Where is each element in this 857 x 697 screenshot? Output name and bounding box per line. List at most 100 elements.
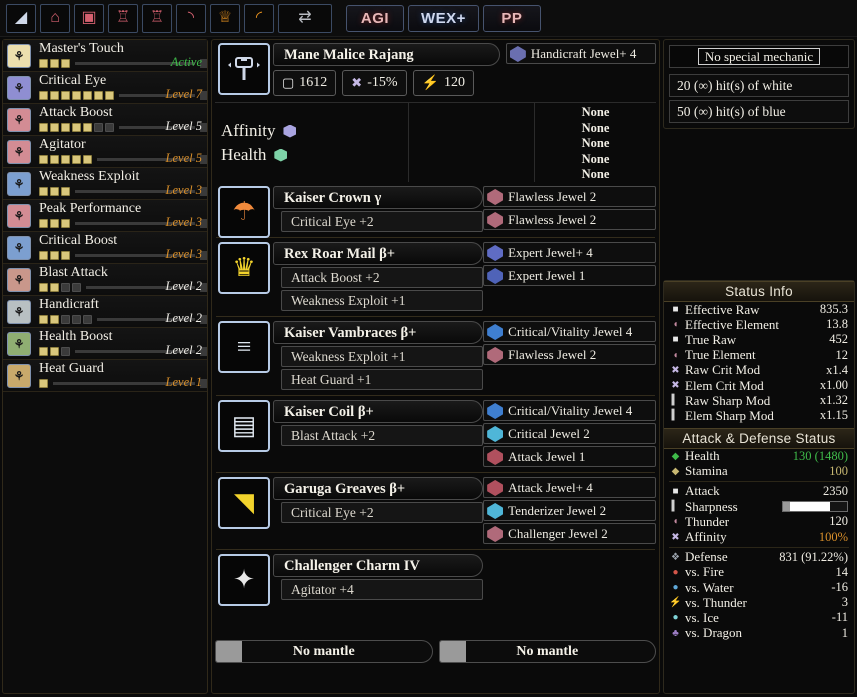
armor-waist-icon[interactable]: ♖: [142, 3, 172, 33]
armor-row[interactable]: ✦ Challenger Charm IV Agitator +4: [215, 554, 656, 606]
weapon-name[interactable]: Mane Malice Rajang: [273, 43, 500, 66]
armor-decoration-slot[interactable]: Attack Jewel 1: [483, 446, 656, 467]
armor-row[interactable]: ◥ Garuga Greaves β+ Critical Eye +2 Attack …: [215, 477, 656, 544]
helmet-icon[interactable]: ☂: [218, 186, 270, 238]
armor-name[interactable]: Garuga Greaves β+: [273, 477, 484, 500]
armor-row[interactable]: ≡ Kaiser Vambraces β+ Weakness Exploit +1 H…: [215, 321, 656, 390]
armor-arms-icon[interactable]: ♖: [108, 3, 138, 33]
armor-divider: [216, 237, 655, 238]
skill-segment-filled: [39, 90, 48, 100]
sharpness-hit-row: 50 (∞) hit(s) of blue: [669, 100, 849, 123]
gauntlets-icon[interactable]: ≡: [218, 321, 270, 373]
status-row-label: Raw Sharp Mod: [685, 392, 771, 408]
decoration-label: Expert Jewel+ 4: [508, 245, 593, 260]
weapon-attack-value: 1612: [299, 75, 328, 90]
decoration-label: Flawless Jewel 2: [508, 347, 597, 362]
health-augment-label: Health: [221, 145, 267, 164]
skill-icon: ⚘: [7, 204, 31, 228]
sharpness-icon: ▍: [671, 501, 680, 513]
sidebar-skill-critical-eye[interactable]: ⚘ Critical Eye Level 7: [3, 72, 207, 104]
status-row: ◆ Health 130 (1480): [664, 448, 854, 464]
sidebar-skill-weakness-exploit[interactable]: ⚘ Weakness Exploit Level 3: [3, 168, 207, 200]
status-row-value: 14: [835, 564, 849, 579]
decoration-gem-icon: [487, 189, 504, 205]
pp-button[interactable]: PP: [482, 4, 541, 32]
weapon-swap-icon[interactable]: ⇄: [278, 3, 332, 33]
armor-skill: Attack Boost +2: [281, 267, 484, 288]
agi-button[interactable]: AGI: [346, 4, 404, 32]
armor-name[interactable]: Kaiser Crown γ: [273, 186, 484, 209]
armor-decoration-slot[interactable]: Critical/Vitality Jewel 4: [483, 400, 656, 421]
armor-decoration-slot[interactable]: Critical Jewel 2: [483, 423, 656, 444]
decoration-gem-icon: [509, 46, 526, 62]
weapon-decoration-slot[interactable]: Handicraft Jewel+ 4: [505, 43, 656, 64]
charm-icon[interactable]: ♕: [210, 3, 240, 33]
augment-block: Affinity Health None None None None None: [215, 102, 656, 182]
mantle-icon: [439, 641, 466, 662]
armor-chest-icon[interactable]: ▣: [74, 3, 104, 33]
decoration-label: Expert Jewel 1: [508, 268, 586, 283]
armor-name[interactable]: Rex Roar Mail β+: [273, 242, 484, 265]
skill-segment-empty: [61, 282, 70, 292]
mantle-slot-button[interactable]: No mantle: [438, 640, 656, 663]
sidebar-skill-handicraft[interactable]: ⚘ Handicraft Level 2: [3, 296, 207, 328]
skill-icon: ⚘: [7, 44, 31, 68]
armor-row[interactable]: ♛ Rex Roar Mail β+ Attack Boost +2 Weakness…: [215, 242, 656, 311]
decoration-label: Flawless Jewel 2: [508, 212, 597, 227]
armor-decoration-column: Expert Jewel+ 4 Expert Jewel 1: [483, 242, 656, 311]
armor-decoration-slot[interactable]: Flawless Jewel 2: [483, 344, 656, 365]
armor-name[interactable]: Kaiser Coil β+: [273, 400, 484, 423]
armor-row[interactable]: ☂ Kaiser Crown γ Critical Eye +2 Flawless J…: [215, 186, 656, 238]
armor-decoration-slot[interactable]: Flawless Jewel 2: [483, 209, 656, 230]
sidebar-skill-master-s-touch[interactable]: ⚘ Master's Touch Active: [3, 40, 207, 72]
armor-decoration-slot[interactable]: Critical/Vitality Jewel 4: [483, 321, 656, 342]
waist-icon[interactable]: ▤: [218, 400, 270, 452]
sidebar-skill-heat-guard[interactable]: ⚘ Heat Guard Level 1: [3, 360, 207, 392]
armor-left: ◥ Garuga Greaves β+ Critical Eye +2: [215, 477, 484, 544]
status-row-label: Effective Raw: [685, 301, 760, 317]
sidebar-skill-peak-performance[interactable]: ⚘ Peak Performance Level 3: [3, 200, 207, 232]
decoration-icon[interactable]: ◜: [244, 3, 274, 33]
wex-button[interactable]: WEX+: [408, 4, 479, 32]
skill-level-label: Level 7: [165, 87, 202, 101]
status-row-label: Stamina: [685, 463, 728, 479]
special-mechanic-label: No special mechanic: [697, 48, 821, 65]
armor-divider: [216, 472, 655, 473]
armor-decoration-slot[interactable]: Tenderizer Jewel 2: [483, 500, 656, 521]
weapon-longsword-icon[interactable]: ◢: [6, 3, 36, 33]
weapon-block[interactable]: Mane Malice Rajang Handicraft Jewel+ 4 ▢…: [215, 43, 656, 96]
sidebar-skill-attack-boost[interactable]: ⚘ Attack Boost Level 5: [3, 104, 207, 136]
sidebar-skill-blast-attack[interactable]: ⚘ Blast Attack Level 2: [3, 264, 207, 296]
skill-icon: ⚘: [7, 300, 31, 324]
armor-row[interactable]: ▤ Kaiser Coil β+ Blast Attack +2 Critical/V…: [215, 400, 656, 467]
armor-decoration-slot[interactable]: Expert Jewel 1: [483, 265, 656, 286]
sharpness-hilt: [783, 502, 790, 512]
armor-decoration-slot[interactable]: Flawless Jewel 2: [483, 186, 656, 207]
sidebar-skill-agitator[interactable]: ⚘ Agitator Level 5: [3, 136, 207, 168]
skill-segment-empty: [72, 314, 81, 324]
greaves-icon[interactable]: ◥: [218, 477, 270, 529]
weapon-attack-stat: ▢ 1612: [273, 70, 337, 96]
raw-icon: ▢: [282, 75, 295, 90]
decoration-label: Critical/Vitality Jewel 4: [508, 403, 633, 418]
armor-head-icon[interactable]: ⌂: [40, 3, 70, 33]
chest-icon[interactable]: ♛: [218, 242, 270, 294]
sidebar-skill-health-boost[interactable]: ⚘ Health Boost Level 2: [3, 328, 207, 360]
skill-segment-filled: [61, 186, 70, 196]
decoration-label: Critical/Vitality Jewel 4: [508, 324, 633, 339]
armor-decoration-slot[interactable]: Challenger Jewel 2: [483, 523, 656, 544]
mechanic-panel: No special mechanic 20 (∞) hit(s) of whi…: [663, 39, 855, 129]
armor-name[interactable]: Challenger Charm IV: [273, 554, 484, 577]
armor-legs-icon[interactable]: ◝: [176, 3, 206, 33]
sidebar-skill-critical-boost[interactable]: ⚘ Critical Boost Level 3: [3, 232, 207, 264]
mantle-slot-button[interactable]: No mantle: [215, 640, 433, 663]
divider-offense: [669, 546, 849, 548]
status-row: ● vs. Water -16: [664, 580, 854, 595]
decoration-label: Handicraft Jewel+ 4: [530, 46, 637, 61]
armor-decoration-slot[interactable]: Expert Jewel+ 4: [483, 242, 656, 263]
charm-icon[interactable]: ✦: [218, 554, 270, 606]
status-row-value: 831 (91.22%): [779, 549, 848, 564]
skill-icon: ⚘: [7, 236, 31, 260]
armor-decoration-slot[interactable]: Attack Jewel+ 4: [483, 477, 656, 498]
armor-name[interactable]: Kaiser Vambraces β+: [273, 321, 484, 344]
